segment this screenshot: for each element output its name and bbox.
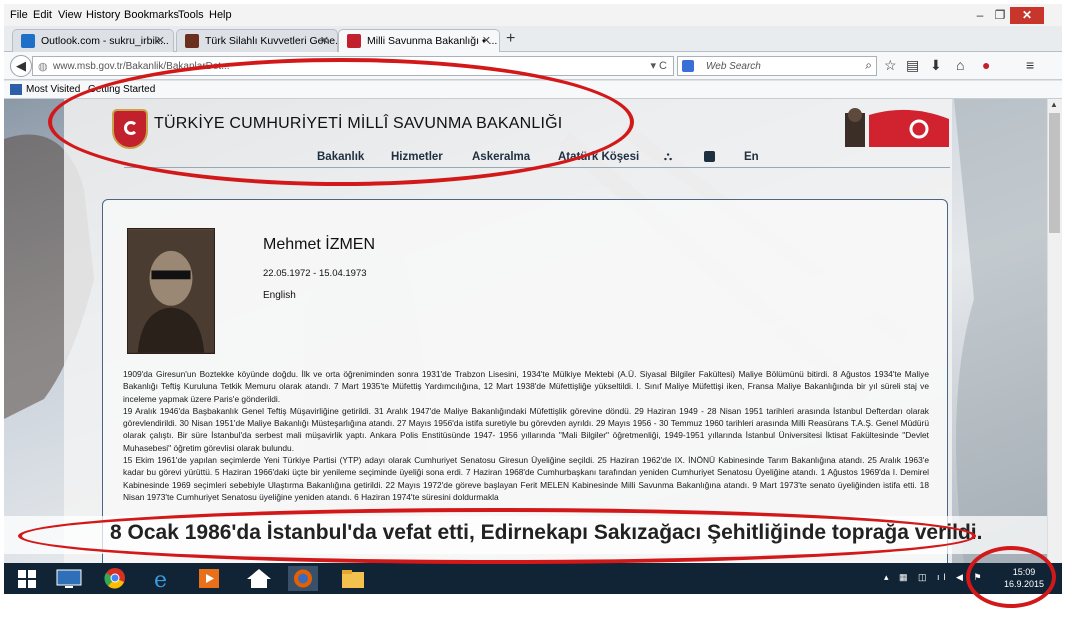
- search-engine-icon[interactable]: [682, 60, 694, 72]
- bio-paragraph: 19 Aralık 1946'da Başbakanlık Genel Teft…: [123, 405, 929, 453]
- tab-outlook[interactable]: Outlook.com - sukru_irbik... ✕: [12, 29, 174, 52]
- bookmark-folder-icon: [10, 84, 22, 95]
- bio-paragraph: 1909'da Giresun'un Boztekke köyünde doğd…: [123, 369, 929, 404]
- media-player-icon[interactable]: [194, 566, 224, 591]
- nav-english[interactable]: En: [744, 151, 759, 163]
- menu-history[interactable]: History: [86, 9, 120, 21]
- menu-view[interactable]: View: [58, 9, 82, 21]
- tab-label: Türk Silahlı Kuvvetleri Gene...: [205, 35, 338, 47]
- tab-close-icon[interactable]: ✕: [156, 34, 165, 47]
- phone-icon[interactable]: [704, 151, 715, 162]
- tsk-emblem-icon: [185, 34, 199, 48]
- tab-tsk[interactable]: Türk Silahlı Kuvvetleri Gene... ✕: [176, 29, 338, 52]
- bio-paragraph: 15 Ekim 1961'de yapılan seçimlerde Yeni …: [123, 455, 929, 502]
- file-explorer-icon[interactable]: [338, 566, 368, 591]
- annotation-ellipse-caption: [18, 508, 976, 564]
- english-link[interactable]: English: [263, 290, 296, 301]
- search-icon[interactable]: ⌕: [865, 58, 872, 73]
- chrome-icon[interactable]: [100, 566, 130, 591]
- firefox-icon[interactable]: [288, 566, 318, 591]
- scrollbar-thumb[interactable]: [1049, 113, 1060, 233]
- home-app-icon[interactable]: [244, 566, 274, 591]
- search-placeholder: Web Search: [706, 61, 761, 72]
- menu-tools[interactable]: Tools: [178, 9, 204, 21]
- person-name: Mehmet İZMEN: [263, 236, 376, 253]
- new-tab-button[interactable]: +: [506, 30, 515, 48]
- tab-bar: Outlook.com - sukru_irbik... ✕ Türk Sila…: [4, 26, 1062, 53]
- annotation-ellipse-header: [48, 58, 634, 186]
- adblock-icon[interactable]: ●: [982, 57, 990, 73]
- windows-taskbar: e ▴ ▦ ◫ ıl ◀ ⚑ 15:09 16.9.2015: [4, 563, 1062, 594]
- tab-close-icon[interactable]: ✕: [482, 34, 491, 47]
- download-icon[interactable]: ⬇: [930, 57, 942, 74]
- tab-label: Milli Savunma Bakanlığı • ...: [367, 35, 498, 47]
- home-icon[interactable]: ⌂: [956, 57, 964, 73]
- back-button[interactable]: ◀: [10, 55, 32, 77]
- biography: 1909'da Giresun'un Boztekke köyünde doğd…: [123, 368, 929, 503]
- search-input[interactable]: Web Search ⌕: [677, 56, 877, 76]
- outlook-icon: [21, 34, 35, 48]
- restore-button[interactable]: ❐: [992, 7, 1008, 24]
- menu-bookmarks[interactable]: Bookmarks: [124, 9, 179, 21]
- minister-portrait: [127, 228, 215, 354]
- desktop-monitor-icon[interactable]: [54, 566, 84, 591]
- scroll-up-arrow-icon[interactable]: ▲: [1050, 100, 1058, 109]
- windows-start-icon[interactable]: [12, 566, 42, 591]
- menu-help[interactable]: Help: [209, 9, 232, 21]
- sitemap-icon[interactable]: ⛬: [664, 151, 672, 164]
- menu-bar: File Edit View History Bookmarks Tools H…: [4, 4, 1062, 26]
- menu-file[interactable]: File: [10, 9, 28, 21]
- reading-list-icon[interactable]: ▤: [906, 57, 919, 74]
- menu-edit[interactable]: Edit: [33, 9, 52, 21]
- hamburger-menu-icon[interactable]: ≡: [1026, 57, 1034, 73]
- annotation-ellipse-clock: [966, 546, 1056, 608]
- internet-explorer-icon[interactable]: e: [148, 566, 178, 591]
- tab-close-icon[interactable]: ✕: [320, 34, 329, 47]
- ataturk-flag-banner: [845, 108, 949, 147]
- star-icon[interactable]: ☆: [884, 57, 897, 74]
- bookmark-most-visited[interactable]: Most Visited: [26, 84, 80, 95]
- reload-icon[interactable]: ▾ C: [650, 59, 667, 72]
- tab-msb[interactable]: Milli Savunma Bakanlığı • ... ✕: [338, 29, 500, 53]
- globe-icon: ◍: [38, 61, 48, 73]
- close-window-button[interactable]: ✕: [1010, 7, 1044, 24]
- svg-text:e: e: [154, 568, 167, 591]
- minimize-button[interactable]: –: [972, 7, 988, 24]
- msb-emblem-icon: [347, 34, 361, 48]
- term-dates: 22.05.1972 - 15.04.1973: [263, 268, 367, 279]
- tab-label: Outlook.com - sukru_irbik...: [41, 35, 169, 47]
